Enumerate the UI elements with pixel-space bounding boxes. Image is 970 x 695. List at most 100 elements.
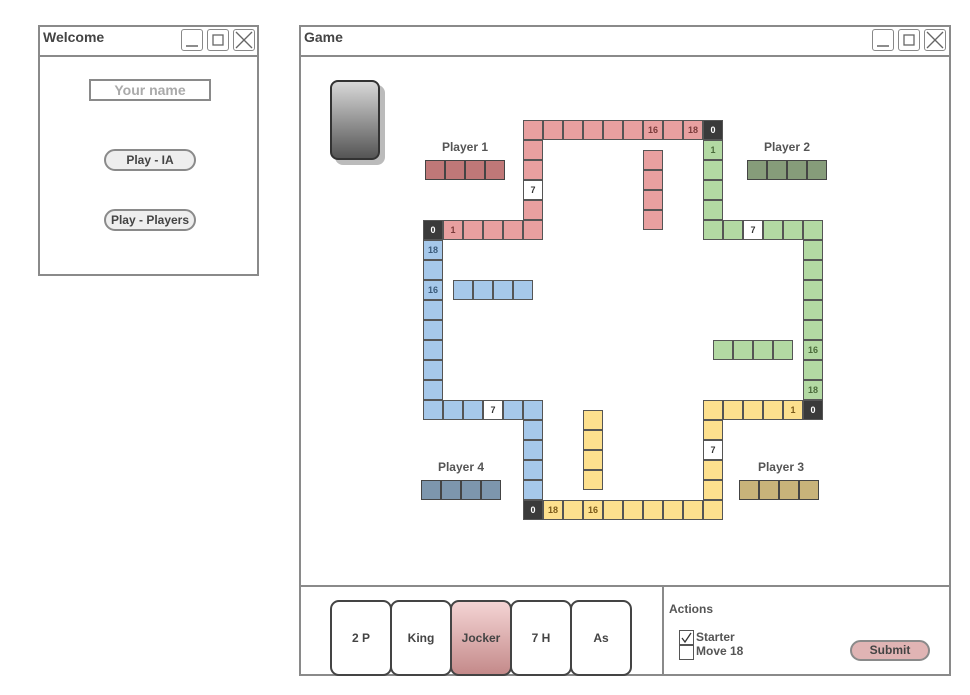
move-18-checkbox[interactable] <box>679 645 694 660</box>
track-cell[interactable] <box>703 200 723 220</box>
track-cell[interactable] <box>463 400 483 420</box>
track-cell[interactable] <box>423 260 443 280</box>
track-cell[interactable] <box>563 120 583 140</box>
track-cell[interactable] <box>443 400 463 420</box>
track-cell[interactable] <box>763 220 783 240</box>
track-cell[interactable] <box>423 380 443 400</box>
track-cell[interactable] <box>803 360 823 380</box>
finish-cell[interactable] <box>643 190 663 210</box>
track-cell[interactable] <box>683 500 703 520</box>
maximize-button[interactable] <box>207 29 229 51</box>
maximize-button[interactable] <box>898 29 920 51</box>
track-cell[interactable] <box>523 460 543 480</box>
finish-cell[interactable] <box>583 430 603 450</box>
finish-cell[interactable] <box>473 280 493 300</box>
track-cell[interactable] <box>663 500 683 520</box>
player-2-home-slot[interactable] <box>767 160 787 180</box>
track-cell[interactable] <box>523 420 543 440</box>
track-cell[interactable] <box>723 400 743 420</box>
track-cell[interactable] <box>703 180 723 200</box>
player-4-home-slot[interactable] <box>461 480 481 500</box>
track-cell[interactable] <box>503 220 523 240</box>
finish-cell[interactable] <box>643 210 663 230</box>
track-cell[interactable]: 1 <box>443 220 463 240</box>
track-cell[interactable]: 18 <box>543 500 563 520</box>
track-cell[interactable] <box>703 400 723 420</box>
track-cell[interactable] <box>423 300 443 320</box>
track-cell[interactable] <box>703 500 723 520</box>
finish-cell[interactable] <box>513 280 533 300</box>
track-cell[interactable] <box>583 120 603 140</box>
track-cell[interactable] <box>523 440 543 460</box>
track-cell[interactable]: 16 <box>803 340 823 360</box>
play-ia-button[interactable]: Play - IA <box>104 149 196 171</box>
track-cell[interactable] <box>663 120 683 140</box>
track-cell[interactable] <box>803 280 823 300</box>
player-4-home-slot[interactable] <box>441 480 461 500</box>
name-input[interactable] <box>89 79 211 101</box>
track-cell[interactable]: 1 <box>703 140 723 160</box>
safe-cell[interactable]: 7 <box>743 220 763 240</box>
track-cell[interactable]: 18 <box>683 120 703 140</box>
track-cell[interactable] <box>623 120 643 140</box>
hand-card[interactable]: 7 H <box>510 600 572 676</box>
player-1-home-slot[interactable] <box>465 160 485 180</box>
finish-cell[interactable] <box>583 410 603 430</box>
track-cell[interactable] <box>423 400 443 420</box>
track-cell[interactable]: 16 <box>583 500 603 520</box>
finish-cell[interactable] <box>753 340 773 360</box>
safe-cell[interactable]: 7 <box>703 440 723 460</box>
track-cell[interactable] <box>743 400 763 420</box>
hand-card[interactable]: King <box>390 600 452 676</box>
player-4-home-slot[interactable] <box>421 480 441 500</box>
track-cell[interactable]: 18 <box>423 240 443 260</box>
minimize-button[interactable] <box>872 29 894 51</box>
finish-cell[interactable] <box>713 340 733 360</box>
track-cell[interactable]: 16 <box>423 280 443 300</box>
start-cell[interactable]: 0 <box>523 500 543 520</box>
track-cell[interactable] <box>803 220 823 240</box>
start-cell[interactable]: 0 <box>423 220 443 240</box>
track-cell[interactable] <box>803 240 823 260</box>
hand-card[interactable]: Jocker <box>450 600 512 676</box>
track-cell[interactable] <box>703 420 723 440</box>
track-cell[interactable] <box>523 120 543 140</box>
track-cell[interactable] <box>523 160 543 180</box>
track-cell[interactable] <box>703 480 723 500</box>
track-cell[interactable] <box>703 460 723 480</box>
player-1-home-slot[interactable] <box>485 160 505 180</box>
track-cell[interactable] <box>703 220 723 240</box>
track-cell[interactable] <box>523 480 543 500</box>
track-cell[interactable] <box>423 360 443 380</box>
finish-cell[interactable] <box>583 470 603 490</box>
track-cell[interactable] <box>543 120 563 140</box>
player-3-home-slot[interactable] <box>799 480 819 500</box>
finish-cell[interactable] <box>773 340 793 360</box>
track-cell[interactable] <box>803 260 823 280</box>
track-cell[interactable] <box>463 220 483 240</box>
player-1-home-slot[interactable] <box>425 160 445 180</box>
track-cell[interactable] <box>523 400 543 420</box>
track-cell[interactable]: 1 <box>783 400 803 420</box>
submit-button[interactable]: Submit <box>850 640 930 661</box>
player-2-home-slot[interactable] <box>787 160 807 180</box>
finish-cell[interactable] <box>643 150 663 170</box>
track-cell[interactable] <box>523 140 543 160</box>
hand-card[interactable]: 2 P <box>330 600 392 676</box>
track-cell[interactable] <box>703 160 723 180</box>
track-cell[interactable]: 16 <box>643 120 663 140</box>
track-cell[interactable] <box>723 220 743 240</box>
track-cell[interactable] <box>803 320 823 340</box>
player-1-home-slot[interactable] <box>445 160 465 180</box>
track-cell[interactable] <box>603 120 623 140</box>
finish-cell[interactable] <box>583 450 603 470</box>
start-cell[interactable]: 0 <box>803 400 823 420</box>
minimize-button[interactable] <box>181 29 203 51</box>
player-2-home-slot[interactable] <box>807 160 827 180</box>
track-cell[interactable] <box>503 400 523 420</box>
track-cell[interactable] <box>423 340 443 360</box>
player-3-home-slot[interactable] <box>739 480 759 500</box>
track-cell[interactable]: 18 <box>803 380 823 400</box>
safe-cell[interactable]: 7 <box>523 180 543 200</box>
track-cell[interactable] <box>483 220 503 240</box>
